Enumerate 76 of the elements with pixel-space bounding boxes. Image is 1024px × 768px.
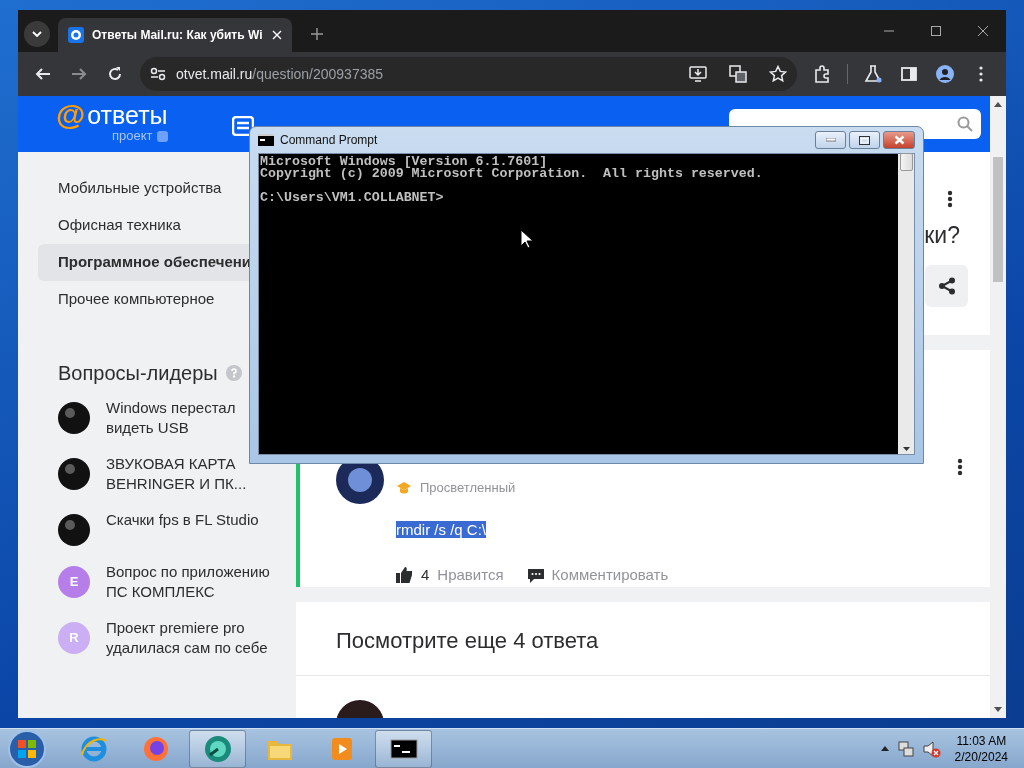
- search-icon: [957, 116, 973, 132]
- avatar: [58, 514, 90, 546]
- network-icon[interactable]: [896, 739, 915, 758]
- question-link[interactable]: Вопрос по приложению ПС КОМПЛЕКС: [106, 562, 271, 602]
- graduation-cap-icon: [396, 480, 412, 495]
- tab-title: Ответы Mail.ru: Как убить Wi: [92, 27, 264, 44]
- section-title: Вопросы-лидеры: [58, 361, 218, 386]
- avatar: R: [58, 622, 90, 654]
- clock-date[interactable]: 2/20/2024: [954, 748, 1008, 765]
- question-link[interactable]: ЗВУКОВАЯ КАРТА BEHRINGER И ПК...: [106, 454, 271, 494]
- user-rank: Просветленный: [420, 479, 516, 497]
- maximize-button[interactable]: [849, 131, 880, 149]
- avatar: E: [58, 566, 90, 598]
- logo-text: ответы: [87, 101, 168, 129]
- scroll-down-icon: [902, 447, 910, 451]
- share-button[interactable]: [925, 264, 968, 307]
- scroll-down-icon: [994, 707, 1002, 712]
- question-title: ки?: [924, 221, 960, 250]
- fox-icon: [141, 734, 170, 763]
- logo-subtitle: проект: [112, 129, 153, 143]
- caret-up-icon[interactable]: [880, 746, 889, 751]
- avatar: [58, 458, 90, 490]
- side-panel-icon[interactable]: [900, 65, 918, 83]
- scrollbar-thumb[interactable]: [899, 153, 913, 171]
- browser-tab[interactable]: Ответы Mail.ru: Как убить Wi: [58, 18, 292, 52]
- more-icon[interactable]: [957, 458, 963, 476]
- scrollbar[interactable]: [898, 154, 914, 454]
- logo-mark: @: [56, 101, 86, 129]
- close-button[interactable]: [883, 131, 915, 149]
- reload-icon[interactable]: [106, 65, 124, 83]
- share-icon: [937, 276, 956, 295]
- scroll-up-icon: [994, 102, 1002, 107]
- profile-icon[interactable]: [936, 65, 954, 83]
- cursor-icon: [520, 229, 533, 249]
- star-icon[interactable]: [769, 65, 787, 83]
- maximize-icon: [859, 135, 870, 145]
- sidebar-item[interactable]: Программное обеспечени: [38, 244, 249, 281]
- extensions-icon[interactable]: [813, 65, 831, 83]
- comment-icon[interactable]: [527, 567, 544, 583]
- clock-time[interactable]: 11:03 AM: [954, 732, 1008, 749]
- thumbs-up-icon[interactable]: [396, 567, 413, 584]
- circle-app-icon: [203, 734, 232, 763]
- more-icon[interactable]: [947, 190, 953, 208]
- site-info-icon[interactable]: [150, 67, 166, 81]
- question-link[interactable]: Скачки fps в FL Studio: [106, 510, 271, 546]
- console-prompt: C:\Users\VM1.COLLABNET>: [260, 192, 445, 204]
- minimize-button[interactable]: [815, 131, 846, 149]
- new-tab-icon[interactable]: [310, 27, 324, 41]
- close-icon[interactable]: [976, 25, 989, 37]
- list-icon[interactable]: [231, 116, 254, 136]
- translate-icon[interactable]: [729, 65, 747, 83]
- muted-speaker-icon[interactable]: [922, 739, 941, 758]
- console-line: Microsoft Windows [Version 6.1.7601]: [260, 156, 548, 168]
- window-title: Command Prompt: [280, 132, 378, 149]
- maximize-icon[interactable]: [929, 25, 942, 37]
- sidebar-item[interactable]: Прочее компьютерное: [38, 281, 249, 318]
- taskbar-button[interactable]: [375, 729, 432, 768]
- close-icon: [893, 135, 905, 145]
- answer-text: rmdir /s /q C:\: [396, 521, 486, 538]
- badge-icon: [156, 130, 168, 142]
- console-icon: [258, 134, 274, 146]
- start-button[interactable]: [7, 728, 47, 768]
- favicon-icon: [68, 27, 84, 43]
- console-line: Copyright (c) 2009 Microsoft Corporation. All rights reserved.: [260, 168, 764, 180]
- sidebar-item[interactable]: Офисная техника: [38, 207, 249, 244]
- avatar: [58, 402, 90, 434]
- globe-icon: [79, 734, 108, 763]
- like-count: 4: [421, 565, 430, 585]
- scrollbar-thumb[interactable]: [993, 157, 1003, 282]
- tab-search-button[interactable]: [24, 21, 50, 47]
- sidebar-item[interactable]: Мобильные устройства: [38, 170, 249, 207]
- flask-icon[interactable]: [864, 65, 882, 83]
- chevron-icon: [32, 31, 42, 37]
- section-title: Посмотрите еще 4 ответа: [296, 602, 990, 676]
- question-link[interactable]: Проект premiere pro удалилася сам по себе: [106, 618, 271, 658]
- install-icon[interactable]: [689, 66, 707, 82]
